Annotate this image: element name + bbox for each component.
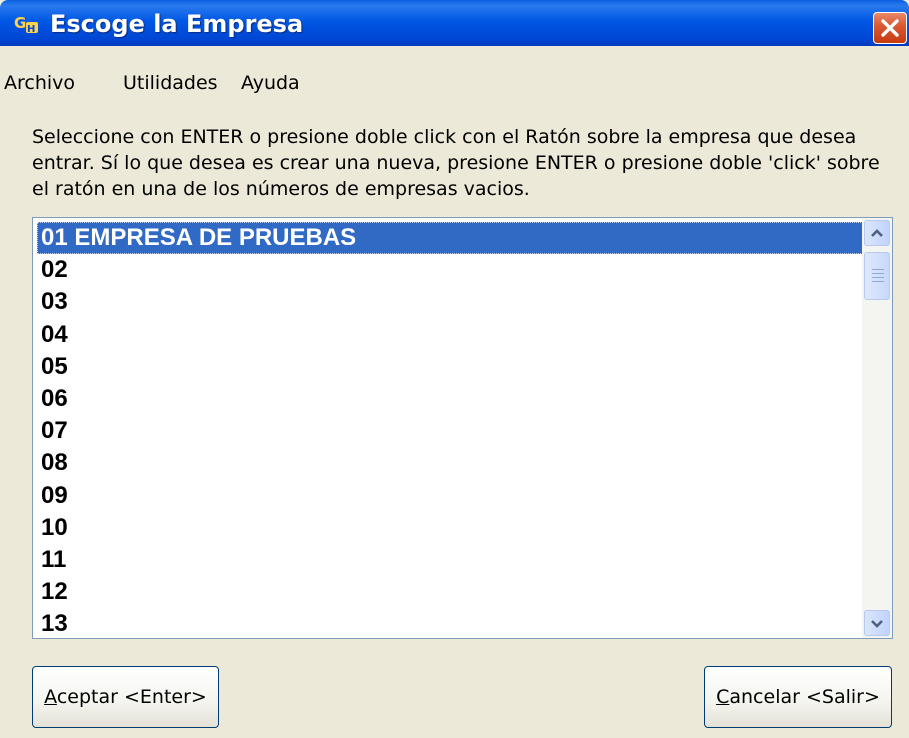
accept-button[interactable]: Aceptar <Enter> xyxy=(32,666,219,728)
instructions-text: Seleccione con ENTER o presione doble cl… xyxy=(32,126,880,200)
list-item[interactable]: 03 xyxy=(37,286,863,318)
list-item[interactable]: 11 xyxy=(37,544,863,576)
list-item[interactable]: 12 xyxy=(37,576,863,608)
list-item[interactable]: 08 xyxy=(37,447,863,479)
menu-utilidades[interactable]: Utilidades xyxy=(123,72,218,94)
menu-bar: Archivo Utilidades Ayuda xyxy=(0,68,909,98)
list-item-selected[interactable]: 01 EMPRESA DE PRUEBAS xyxy=(37,222,863,255)
title-bar[interactable]: G H Escoge la Empresa xyxy=(0,0,909,46)
list-item[interactable]: 09 xyxy=(37,480,863,512)
scroll-up-button[interactable] xyxy=(864,220,890,246)
list-item[interactable]: 13 xyxy=(37,608,863,638)
company-listbox[interactable]: 01 EMPRESA DE PRUEBAS 02 03 04 05 06 07 08 09 10 1… xyxy=(32,217,893,639)
cancel-label: ancelar <Salir> xyxy=(729,686,880,708)
accept-mnemonic: A xyxy=(44,686,57,708)
scroll-thumb[interactable] xyxy=(864,252,890,300)
close-button[interactable] xyxy=(873,12,907,44)
list-item[interactable]: 10 xyxy=(37,512,863,544)
accept-label: ceptar <Enter> xyxy=(56,686,207,708)
list-item[interactable]: 05 xyxy=(37,351,863,383)
chevron-up-icon xyxy=(871,229,883,237)
list-item[interactable]: 07 xyxy=(37,415,863,447)
company-list: 01 EMPRESA DE PRUEBAS 02 03 04 05 06 07 08 09 10 1… xyxy=(37,222,863,638)
app-logo-icon: G H xyxy=(14,14,38,35)
menu-archivo[interactable]: Archivo xyxy=(4,72,75,94)
vertical-scrollbar[interactable] xyxy=(862,218,892,638)
scroll-down-button[interactable] xyxy=(864,610,890,636)
cancel-button[interactable]: Cancelar <Salir> xyxy=(704,666,892,728)
svg-text:H: H xyxy=(27,24,35,35)
list-item[interactable]: 06 xyxy=(37,383,863,415)
chevron-down-icon xyxy=(871,620,883,628)
close-icon xyxy=(881,19,899,37)
window-title: Escoge la Empresa xyxy=(50,10,304,38)
list-item[interactable]: 04 xyxy=(37,319,863,351)
list-item[interactable]: 02 xyxy=(37,254,863,286)
menu-ayuda[interactable]: Ayuda xyxy=(241,72,300,94)
svg-text:G: G xyxy=(14,14,26,32)
cancel-mnemonic: C xyxy=(716,686,730,708)
